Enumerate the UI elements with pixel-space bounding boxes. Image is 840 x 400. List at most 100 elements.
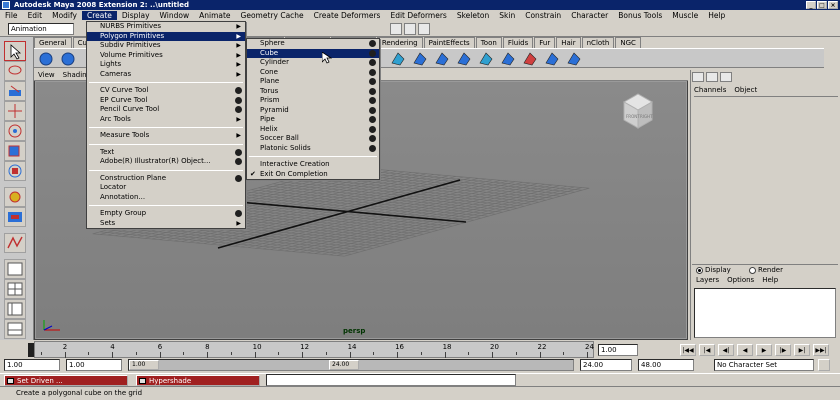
create-menu-lights[interactable]: Lights ▶ [87, 60, 245, 70]
shelf-tool-icon[interactable] [522, 51, 538, 67]
attribute-editor-icon[interactable] [706, 72, 718, 82]
create-menu-cameras[interactable]: Cameras ▶ [87, 70, 245, 80]
minimize-button[interactable]: _ [806, 1, 816, 9]
tool-settings-icon[interactable] [720, 72, 732, 82]
soft-modification-icon[interactable] [4, 187, 26, 207]
shelf-tool-icon[interactable] [478, 51, 494, 67]
input-box-icon[interactable] [390, 23, 402, 35]
step-back-key-icon[interactable]: |◀ [699, 344, 715, 356]
last-tool-icon[interactable] [4, 233, 26, 253]
option-box-icon[interactable] [369, 135, 376, 142]
option-box-icon[interactable] [235, 174, 242, 182]
shelf-tool-icon[interactable] [566, 51, 582, 67]
display-radio[interactable]: Display [696, 266, 731, 274]
show-attribute-editor-icon[interactable] [404, 23, 416, 35]
shelf-tab-fluids[interactable]: Fluids [502, 37, 534, 48]
shelf-tab-rendering[interactable]: Rendering [376, 37, 423, 48]
play-forwards-icon[interactable]: ▶ [756, 344, 772, 356]
universal-manipulator-icon[interactable] [4, 161, 26, 181]
shelf-tool-icon[interactable] [456, 51, 472, 67]
menu-edit[interactable]: Edit [23, 11, 48, 20]
poly-primitive-cylinder[interactable]: Cylinder [247, 58, 379, 68]
option-box-icon[interactable] [369, 144, 376, 152]
poly-primitive-helix[interactable]: Helix [247, 125, 379, 135]
step-forward-key-icon[interactable]: ▶| [794, 344, 810, 356]
go-to-start-icon[interactable]: |◀◀ [680, 344, 696, 356]
playback-start-field[interactable]: 1.00 [66, 359, 122, 371]
step-forward-frame-icon[interactable]: |▶ [775, 344, 791, 356]
poly-primitive-cube[interactable]: Cube [247, 48, 379, 58]
create-menu-ep-curve-tool[interactable]: EP Curve Tool [87, 96, 245, 106]
create-menu-nurbs-primitives[interactable]: NURBS Primitives ▶ [87, 22, 245, 32]
command-line-field[interactable] [266, 374, 516, 386]
play-backwards-icon[interactable]: ◀ [737, 344, 753, 356]
poly-primitive-sphere[interactable]: Sphere [247, 39, 379, 49]
option-box-icon[interactable] [369, 68, 376, 76]
step-back-frame-icon[interactable]: ◀| [718, 344, 734, 356]
menu-character[interactable]: Character [566, 11, 613, 20]
show-manipulator-icon[interactable] [4, 207, 26, 227]
create-menu-cv-curve-tool[interactable]: CV Curve Tool [87, 86, 245, 96]
option-box-icon[interactable] [235, 210, 242, 217]
range-slider-start-handle[interactable]: 1.00 [129, 360, 159, 370]
create-menu-volume-primitives[interactable]: Volume Primitives ▶ [87, 51, 245, 61]
paint-select-tool-icon[interactable] [4, 81, 26, 101]
layer-list[interactable] [694, 288, 836, 338]
shelf-tab-painteffects[interactable]: PaintEffects [423, 37, 475, 48]
go-to-end-icon[interactable]: ▶▶| [813, 344, 829, 356]
option-box-icon[interactable] [369, 78, 376, 85]
menu-file[interactable]: File [0, 11, 23, 20]
layer-menu-options[interactable]: Options [727, 275, 754, 285]
poly-primitive-platonic-solids[interactable]: Platonic Solids [247, 144, 379, 154]
time-slider[interactable]: 2 4 6 8 10 12 14 16 18 20 22 24 [34, 341, 594, 358]
option-box-icon[interactable] [369, 125, 376, 133]
playback-end-field[interactable]: 24.00 [580, 359, 632, 371]
shelf-tab-toon[interactable]: Toon [475, 37, 502, 48]
shelf-tool-icon[interactable] [500, 51, 516, 67]
shelf-tool-icon[interactable] [544, 51, 560, 67]
option-box-icon[interactable] [235, 96, 242, 104]
shelf-tab-hair[interactable]: Hair [556, 37, 581, 48]
menu-window[interactable]: Window [155, 11, 195, 20]
rotate-tool-icon[interactable] [4, 121, 26, 141]
create-menu-polygon-primitives[interactable]: Polygon Primitives ▶ [87, 31, 245, 41]
option-box-icon[interactable] [235, 158, 242, 165]
menu-geometry-cache[interactable]: Geometry Cache [236, 11, 309, 20]
menu-set-selector[interactable]: Animation [8, 23, 74, 35]
range-slider[interactable]: 1.00 24.00 [128, 359, 574, 371]
shelf-tool-icon[interactable] [390, 51, 406, 67]
channel-box-menu-object[interactable]: Object [734, 86, 757, 94]
taskbar-hypershade[interactable]: Hypershade [136, 375, 260, 386]
menu-display[interactable]: Display [117, 11, 155, 20]
menu-bonus-tools[interactable]: Bonus Tools [613, 11, 667, 20]
four-view-layout-icon[interactable] [4, 279, 26, 299]
render-radio[interactable]: Render [749, 266, 783, 274]
auto-key-button[interactable] [818, 359, 830, 371]
poly-primitive-prism[interactable]: Prism [247, 96, 379, 106]
create-menu-subdiv-primitives[interactable]: Subdiv Primitives ▶ [87, 41, 245, 51]
poly-primitive-torus[interactable]: Torus [247, 87, 379, 97]
animation-end-field[interactable]: 48.00 [638, 359, 694, 371]
channel-box-icon[interactable] [692, 72, 704, 82]
poly-primitive-plane[interactable]: Plane [247, 77, 379, 87]
menu-help[interactable]: Help [703, 11, 730, 20]
shelf-tab-fur[interactable]: Fur [534, 37, 556, 48]
create-menu-annotation[interactable]: Annotation... [87, 193, 245, 203]
shelf-tool-icon[interactable] [412, 51, 428, 67]
poly-primitive-interactive-creation[interactable]: Interactive Creation [247, 160, 379, 170]
shelf-tool-icon[interactable] [38, 51, 54, 67]
create-menu-sets[interactable]: Sets ▶ [87, 219, 245, 229]
poly-primitive-cone[interactable]: Cone [247, 68, 379, 78]
option-box-icon[interactable] [369, 59, 376, 66]
shelf-tool-icon[interactable] [60, 51, 76, 67]
option-box-icon[interactable] [235, 87, 242, 94]
menu-animate[interactable]: Animate [194, 11, 235, 20]
create-menu-locator[interactable]: Locator [87, 183, 245, 193]
range-slider-end-handle[interactable]: 24.00 [329, 360, 359, 370]
persp-graph-layout-icon[interactable] [4, 319, 26, 339]
option-box-icon[interactable] [369, 87, 376, 95]
panel-menu-view[interactable]: View [34, 70, 59, 80]
current-frame-field[interactable]: 1.00 [598, 344, 638, 356]
shelf-tab-ngc[interactable]: NGC [615, 37, 641, 48]
shelf-tab-general[interactable]: General [34, 37, 72, 48]
